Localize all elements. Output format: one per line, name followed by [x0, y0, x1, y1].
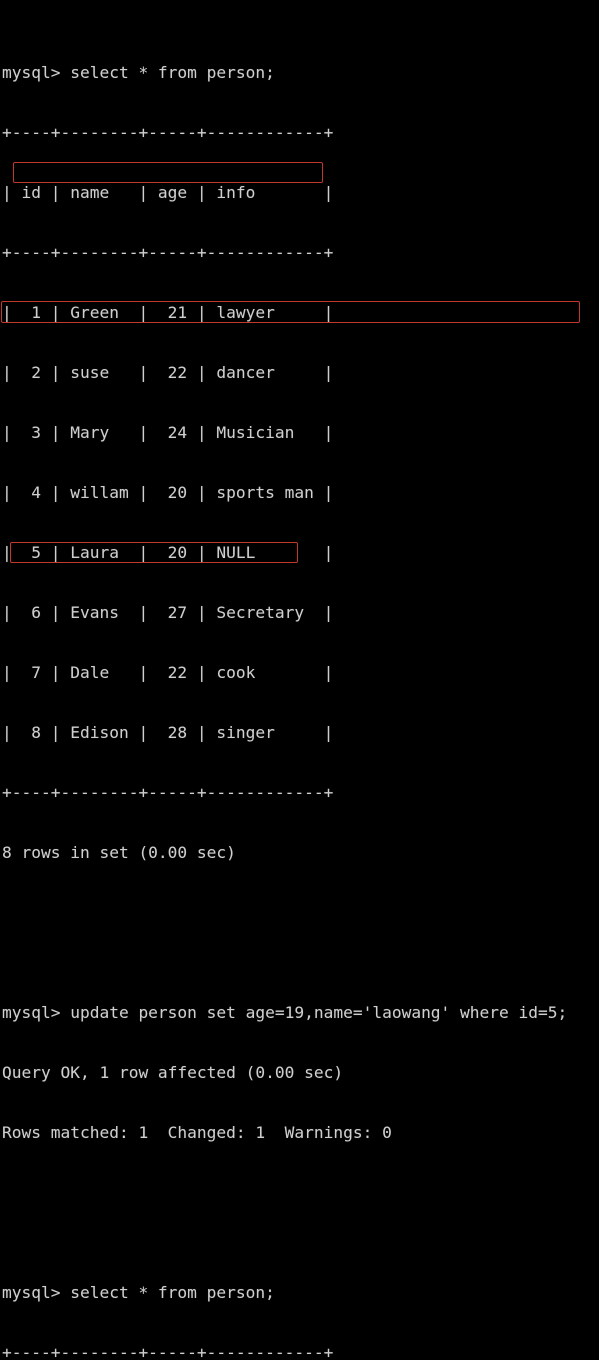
- table-row: | 2 | suse | 22 | dancer |: [2, 363, 334, 382]
- table-row-highlighted-before: | 5 | Laura | 20 | NULL |: [2, 543, 334, 562]
- terminal-window[interactable]: mysql> select * from person; +----+-----…: [0, 0, 599, 1360]
- table-row: | 8 | Edison | 28 | singer |: [2, 723, 334, 742]
- table-row: | 7 | Dale | 22 | cook |: [2, 663, 334, 682]
- prompt-line-update: mysql> update person set age=19,name='la…: [2, 1003, 568, 1022]
- table-row: | 3 | Mary | 24 | Musician |: [2, 423, 334, 442]
- prompt-line-select-1: mysql> select * from person;: [2, 63, 275, 82]
- table-row: | 4 | willam | 20 | sports man |: [2, 483, 334, 502]
- table1-header-separator: +----+--------+-----+------------+: [2, 243, 334, 262]
- table1-bottom-separator: +----+--------+-----+------------+: [2, 783, 334, 802]
- console-output: mysql> select * from person; +----+-----…: [2, 3, 567, 1360]
- table-row: | 6 | Evans | 27 | Secretary |: [2, 603, 334, 622]
- table1-top-separator: +----+--------+-----+------------+: [2, 123, 334, 142]
- update-result-matched: Rows matched: 1 Changed: 1 Warnings: 0: [2, 1123, 392, 1142]
- table1-row-count-footer: 8 rows in set (0.00 sec): [2, 843, 236, 862]
- table-row: | 1 | Green | 21 | lawyer |: [2, 303, 334, 322]
- prompt-line-select-2: mysql> select * from person;: [2, 1283, 275, 1302]
- update-result-ok: Query OK, 1 row affected (0.00 sec): [2, 1063, 344, 1082]
- table1-header-row: | id | name | age | info |: [2, 183, 334, 202]
- table2-top-separator: +----+--------+-----+------------+: [2, 1343, 334, 1360]
